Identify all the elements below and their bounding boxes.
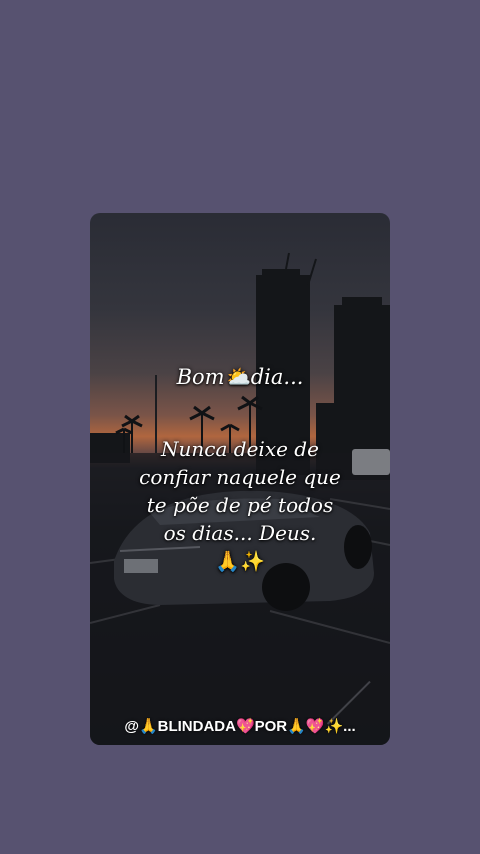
greeting-text: Bom⛅dia...: [176, 365, 304, 389]
app-screen: { "status": { "greeting": "Bom⛅dia...", …: [0, 0, 480, 854]
quote-line: os dias... Deus.: [163, 521, 317, 545]
quote-line: confiar naquele que: [139, 465, 341, 489]
quote-line: te põe de pé todos: [146, 493, 334, 517]
status-media-card[interactable]: Bom⛅dia... Nunca deixe de confiar naquel…: [90, 213, 390, 745]
quote-text: Nunca deixe de confiar naquele que te põ…: [90, 435, 390, 575]
quote-line: Nunca deixe de: [161, 437, 319, 461]
pray-sparkles-emoji: 🙏✨: [215, 549, 265, 573]
